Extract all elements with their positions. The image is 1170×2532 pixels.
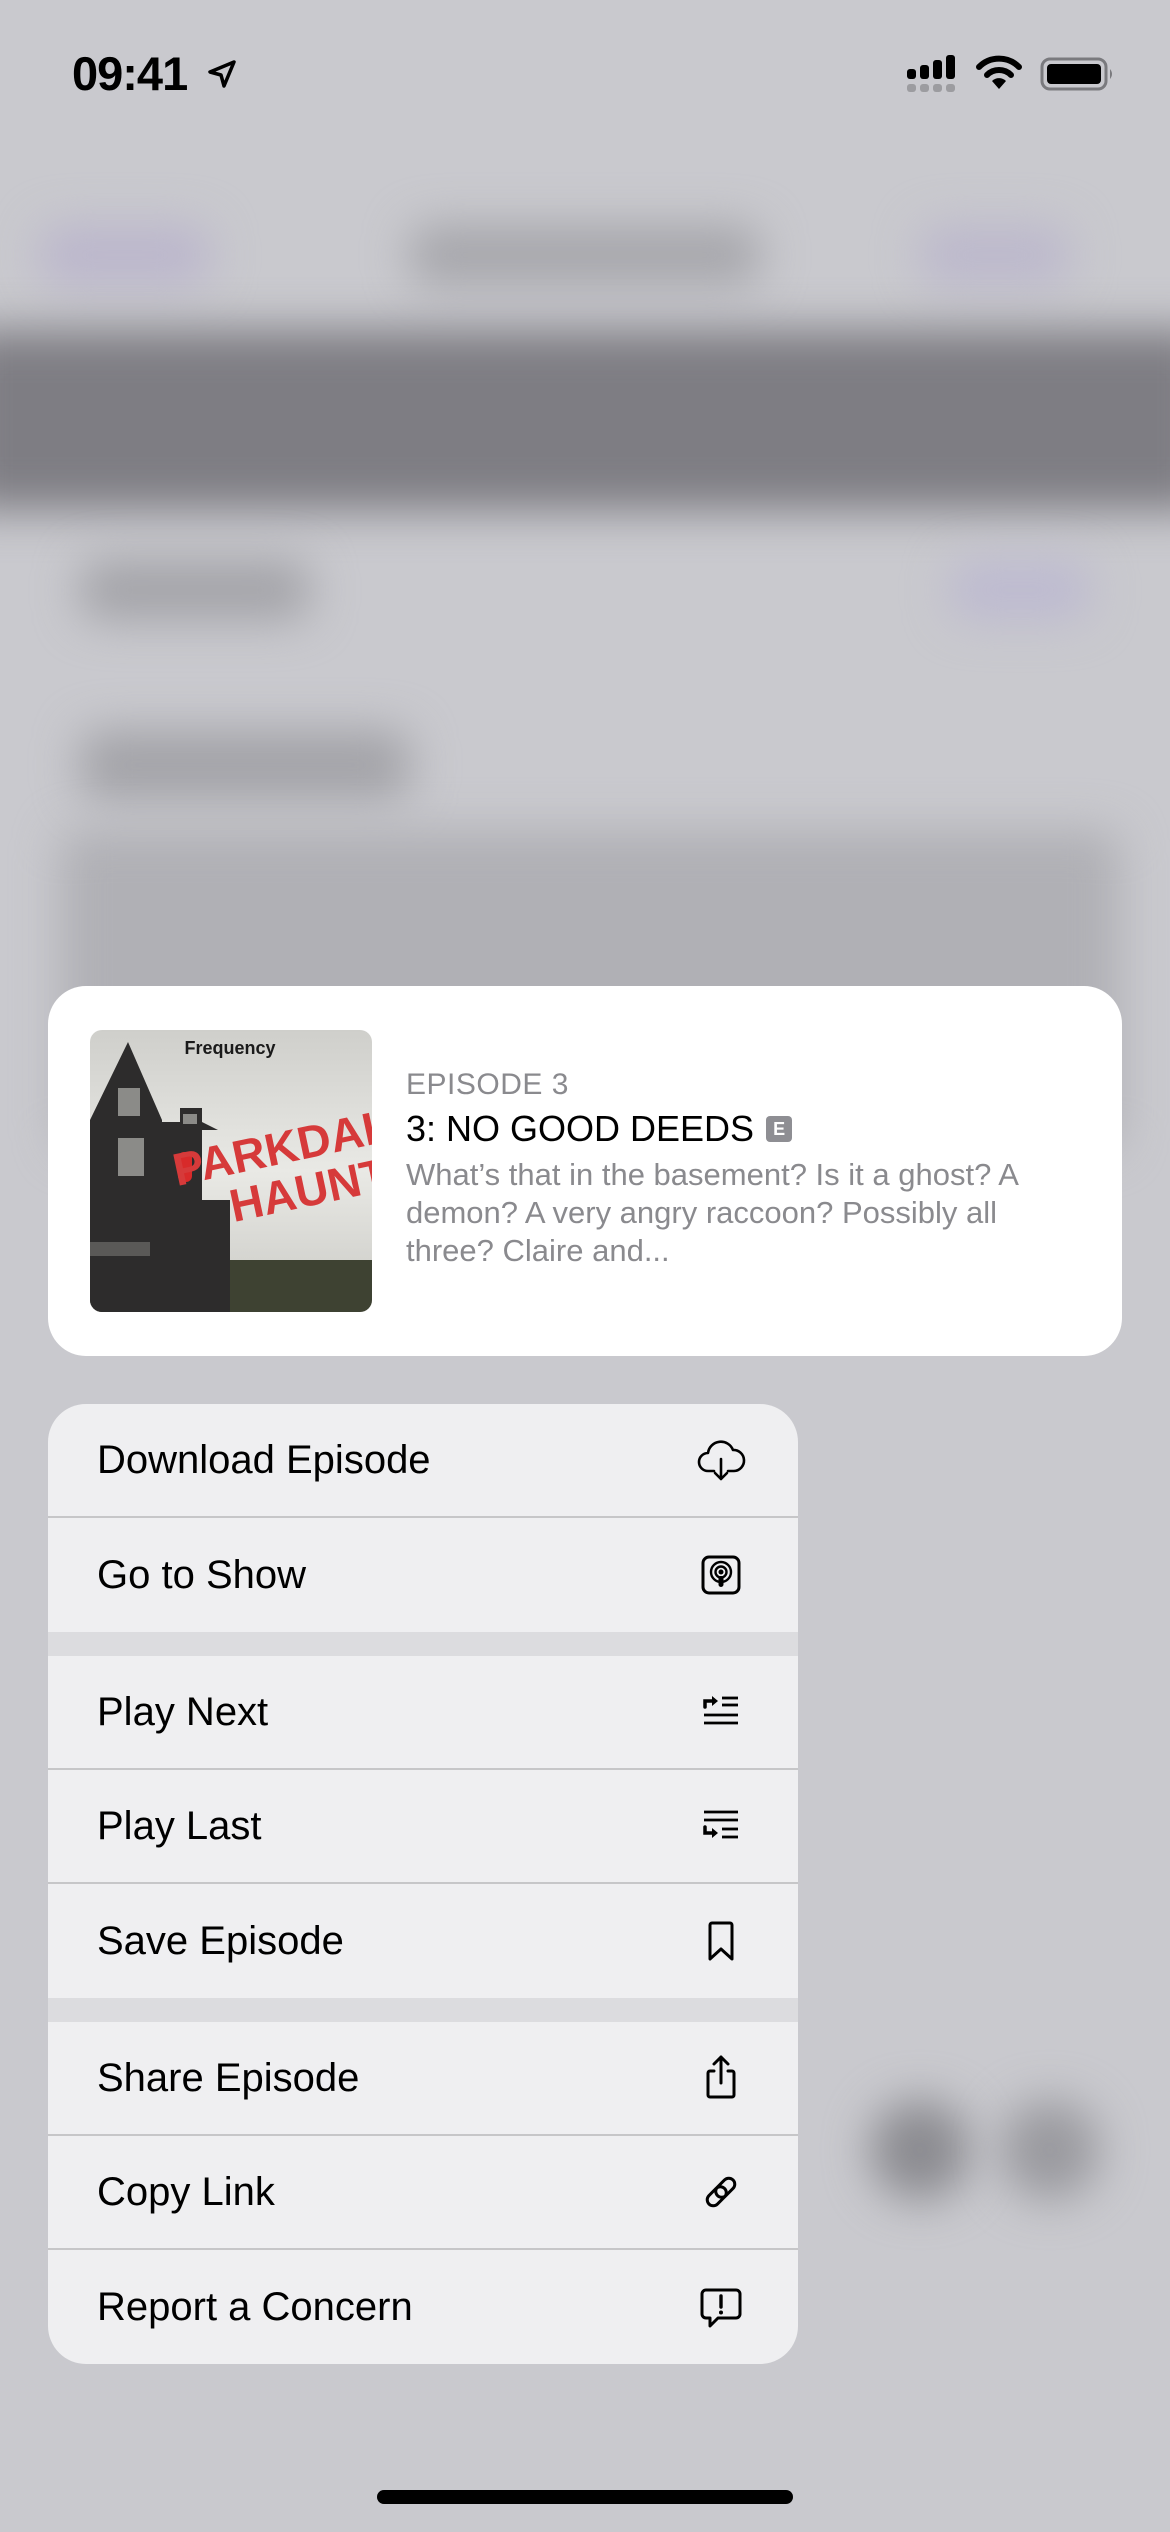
episode-title: 3: NO GOOD DEEDS E <box>406 1108 1086 1150</box>
battery-icon <box>1040 57 1112 91</box>
menu-item-label: Save Episode <box>97 1918 344 1963</box>
menu-group-separator <box>48 1632 798 1656</box>
cloud-download-icon <box>697 1440 746 1481</box>
artwork-publisher: Frequency <box>184 1038 275 1058</box>
blurred-header-band <box>0 330 1170 510</box>
episode-preview-card[interactable]: PARKDALE HAUNT Frequency EPISODE 3 3: NO… <box>48 986 1122 1356</box>
status-bar: 09:41 <box>0 0 1170 150</box>
menu-item-share-episode[interactable]: Share Episode <box>48 2022 798 2136</box>
menu-item-go-to-show[interactable]: Go to Show <box>48 1518 798 1632</box>
menu-item-label: Play Next <box>97 1689 269 1734</box>
house-window <box>118 1088 140 1116</box>
blurred-more-button <box>1000 2100 1100 2200</box>
episode-artwork: PARKDALE HAUNT Frequency <box>90 1030 372 1312</box>
menu-item-report-concern[interactable]: Report a Concern <box>48 2250 798 2364</box>
menu-item-label: Copy Link <box>97 2169 275 2214</box>
artwork-image: PARKDALE HAUNT Frequency <box>90 1030 372 1312</box>
podcasts-app-icon <box>701 1555 741 1595</box>
menu-item-label: Go to Show <box>97 1552 307 1597</box>
house-window <box>183 1114 197 1124</box>
location-arrow-icon <box>208 60 236 88</box>
house-window <box>118 1138 144 1176</box>
blurred-back-button <box>40 225 210 285</box>
menu-item-play-next[interactable]: Play Next <box>48 1656 798 1770</box>
blurred-episode-heading <box>80 730 410 800</box>
menu-item-save-episode[interactable]: Save Episode <box>48 1884 798 1998</box>
menu-item-label: Share Episode <box>97 2055 360 2100</box>
menu-item-copy-link[interactable]: Copy Link <box>48 2136 798 2250</box>
menu-item-label: Play Last <box>97 1803 262 1848</box>
share-icon <box>706 2055 736 2099</box>
explicit-badge: E <box>766 1116 793 1142</box>
wifi-icon <box>976 55 1022 89</box>
blurred-nav-title <box>410 225 760 285</box>
menu-item-download-episode[interactable]: Download Episode <box>48 1404 798 1518</box>
play-last-icon <box>703 1810 738 1839</box>
episode-title-text: 3: NO GOOD DEEDS <box>406 1108 755 1149</box>
status-time: 09:41 <box>72 47 188 100</box>
report-concern-icon <box>700 2288 742 2328</box>
blurred-see-all <box>950 560 1090 620</box>
menu-item-play-last[interactable]: Play Last <box>48 1770 798 1884</box>
play-next-icon <box>703 1696 738 1725</box>
link-icon <box>705 2176 737 2208</box>
episode-number-label: EPISODE 3 <box>406 1068 569 1101</box>
blurred-section-title <box>80 560 310 620</box>
blurred-play-button <box>870 2100 970 2200</box>
bookmark-icon <box>708 1921 734 1961</box>
home-indicator[interactable] <box>377 2490 793 2504</box>
menu-item-label: Download Episode <box>97 1437 431 1482</box>
episode-description: What’s that in the basement? Is it a gho… <box>406 1157 1018 1268</box>
menu-group-separator <box>48 1998 798 2022</box>
menu-item-label: Report a Concern <box>97 2284 413 2329</box>
episode-context-menu: Download Episode Go to Show Play Next Pl… <box>48 1404 798 2364</box>
cellular-signal-icon <box>907 55 955 92</box>
episode-info: EPISODE 3 3: NO GOOD DEEDS E What’s that… <box>406 1068 1086 1270</box>
blurred-nav-actions <box>920 225 1070 285</box>
